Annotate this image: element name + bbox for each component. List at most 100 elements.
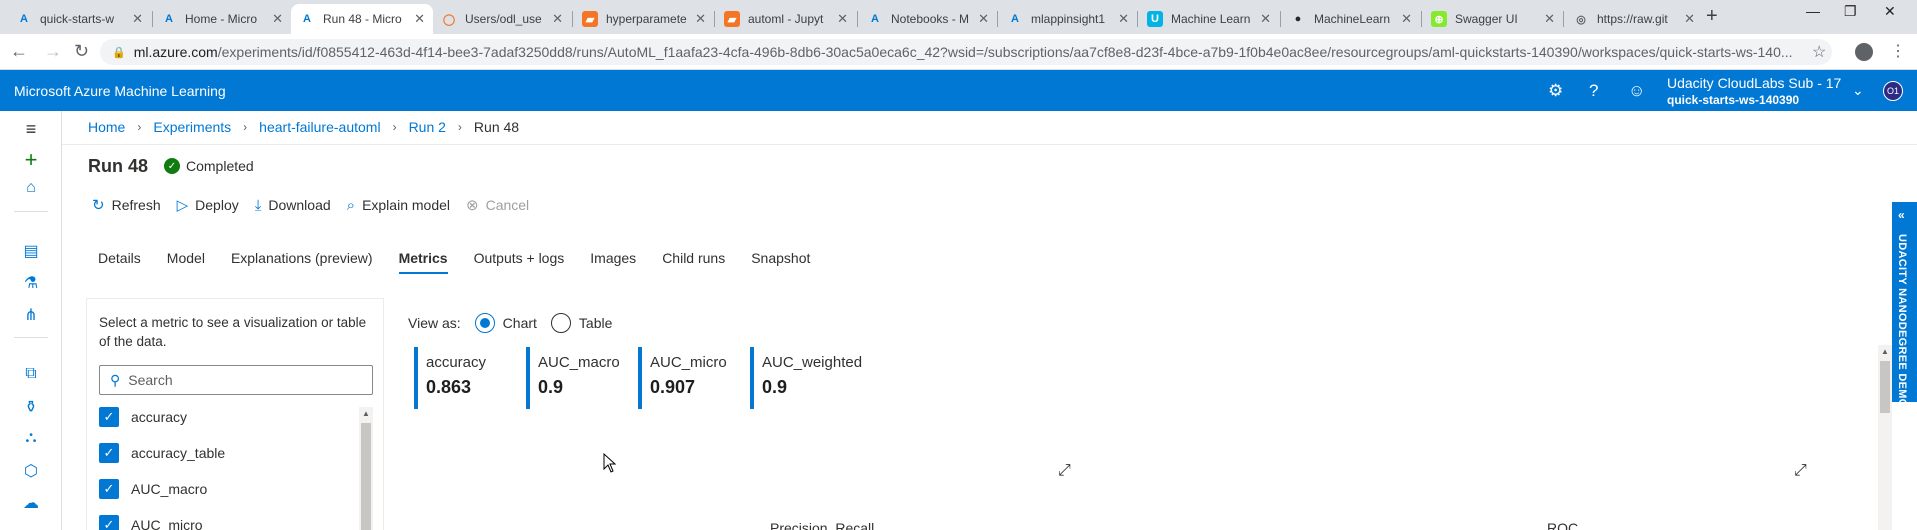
tab-details[interactable]: Details: [98, 250, 141, 274]
tab-outputs-logs[interactable]: Outputs + logs: [474, 250, 565, 274]
expand-chart-icon[interactable]: ⤢: [1058, 462, 1071, 480]
cancel-button[interactable]: ⊗ Cancel: [466, 196, 529, 214]
roc-chart-title: ROC: [1547, 520, 1579, 530]
app-title[interactable]: Microsoft Azure Machine Learning: [14, 83, 226, 99]
scroll-up-icon[interactable]: ▲: [362, 409, 370, 418]
browser-tab[interactable]: A Notebooks - M ✕: [859, 4, 997, 34]
breadcrumb-parent-run[interactable]: Run 2: [409, 119, 446, 135]
browser-tab[interactable]: ● MachineLearn ✕: [1282, 4, 1420, 34]
pipelines-icon[interactable]: ⛬: [20, 429, 42, 447]
forward-icon[interactable]: →: [44, 41, 62, 62]
tab-close-icon[interactable]: ✕: [414, 11, 425, 27]
metric-search-input[interactable]: ⚲ Search: [99, 365, 373, 395]
tab-explanations[interactable]: Explanations (preview): [231, 250, 373, 274]
subscription-name: Udacity CloudLabs Sub - 17: [1667, 75, 1842, 91]
home-icon[interactable]: ⌂: [20, 179, 42, 197]
tab-close-icon[interactable]: ✕: [1401, 11, 1412, 27]
metric-list-scrollbar[interactable]: ▲: [359, 407, 373, 530]
profile-icon[interactable]: [1855, 43, 1873, 61]
new-tab-icon[interactable]: +: [1706, 5, 1718, 28]
browser-tab[interactable]: ▰ automl - Jupyt ✕: [716, 4, 856, 34]
browser-tab[interactable]: ⊕ Swagger UI ✕: [1423, 4, 1563, 34]
tab-close-icon[interactable]: ✕: [837, 11, 848, 27]
browser-tab[interactable]: ◯ Users/odl_use ✕: [433, 4, 571, 34]
breadcrumb: Home › Experiments › heart-failure-autom…: [88, 119, 519, 135]
create-new-plus-icon[interactable]: +: [20, 147, 42, 173]
browser-tab[interactable]: A Home - Micro ✕: [153, 4, 291, 34]
models-icon[interactable]: ⬡: [20, 461, 42, 481]
page-title: Run 48: [88, 156, 149, 176]
hamburger-menu-icon[interactable]: ≡: [20, 119, 42, 140]
browser-menu-icon[interactable]: ⋮: [1890, 41, 1906, 61]
breadcrumb-experiment[interactable]: heart-failure-automl: [259, 119, 380, 135]
list-item[interactable]: ✓ accuracy_table: [99, 443, 225, 463]
tab-child-runs[interactable]: Child runs: [662, 250, 725, 274]
subscription-selector[interactable]: Udacity CloudLabs Sub - 17 quick-starts-…: [1667, 75, 1841, 109]
download-button[interactable]: ⤓ Download: [255, 197, 331, 214]
chart-radio[interactable]: [474, 313, 495, 333]
tab-close-icon[interactable]: ✕: [1260, 11, 1271, 27]
bookmark-star-icon[interactable]: ☆: [1812, 42, 1826, 62]
deploy-button[interactable]: ▷ Deploy: [177, 196, 239, 214]
breadcrumb-experiments[interactable]: Experiments: [153, 119, 231, 135]
list-item[interactable]: ✓ accuracy: [99, 407, 187, 427]
help-icon[interactable]: ?: [1589, 81, 1598, 101]
checkbox-checked-icon[interactable]: ✓: [99, 479, 119, 499]
checkbox-checked-icon[interactable]: ✓: [99, 443, 119, 463]
notebooks-icon[interactable]: ▤: [20, 241, 42, 261]
tab-favicon-icon: ▰: [724, 11, 740, 27]
expand-chart-icon[interactable]: ⤢: [1794, 462, 1807, 480]
browser-tab[interactable]: ◎ https://raw.git ✕: [1565, 4, 1703, 34]
tab-close-icon[interactable]: ✕: [272, 11, 283, 27]
browser-tab[interactable]: A mlappinsight1 ✕: [999, 4, 1137, 34]
tab-model[interactable]: Model: [167, 250, 205, 274]
tab-favicon-icon: ⊕: [1431, 11, 1447, 27]
close-window-icon[interactable]: ✕: [1884, 3, 1896, 20]
settings-gear-icon[interactable]: ⚙: [1548, 81, 1563, 101]
feedback-smiley-icon[interactable]: ☺: [1628, 81, 1645, 101]
lock-icon: 🔒: [112, 46, 126, 59]
browser-tab[interactable]: A quick-starts-w ✕: [8, 4, 151, 34]
page-scrollbar[interactable]: ▲: [1878, 345, 1892, 530]
designer-icon[interactable]: ⋔: [20, 305, 42, 325]
user-avatar[interactable]: O1: [1883, 81, 1903, 101]
tab-close-icon[interactable]: ✕: [1544, 11, 1555, 27]
checkbox-checked-icon[interactable]: ✓: [99, 407, 119, 427]
tab-close-icon[interactable]: ✕: [132, 11, 143, 27]
tab-metrics[interactable]: Metrics: [398, 250, 448, 274]
back-icon[interactable]: ←: [10, 41, 28, 62]
browser-tab-strip: A quick-starts-w ✕ A Home - Micro ✕ A Ru…: [0, 0, 1917, 34]
browser-tab[interactable]: U Machine Learn ✕: [1139, 4, 1279, 34]
table-radio[interactable]: [550, 313, 571, 333]
automl-icon[interactable]: ⚗: [20, 273, 42, 293]
list-item[interactable]: ✓ AUC_macro: [99, 479, 207, 499]
tab-snapshot[interactable]: Snapshot: [751, 250, 810, 274]
url-input[interactable]: 🔒 ml.azure.com/experiments/id/f0855412-4…: [100, 39, 1832, 65]
breadcrumb-home[interactable]: Home: [88, 119, 125, 135]
experiments-icon[interactable]: ⚱: [20, 397, 42, 417]
scroll-up-icon[interactable]: ▲: [1881, 347, 1889, 356]
endpoints-icon[interactable]: ☁: [20, 493, 42, 513]
explain-model-button[interactable]: ⌕ Explain model: [347, 197, 450, 214]
tab-favicon-icon: ▰: [582, 11, 598, 27]
list-item[interactable]: ✓ AUC_micro: [99, 515, 203, 530]
reload-icon[interactable]: ↻: [74, 41, 89, 62]
restore-icon[interactable]: ❐: [1844, 3, 1857, 20]
browser-tab[interactable]: ▰ hyperparamete ✕: [574, 4, 714, 34]
tab-close-icon[interactable]: ✕: [1684, 11, 1695, 27]
tab-favicon-icon: A: [1011, 13, 1019, 25]
tab-close-icon[interactable]: ✕: [978, 11, 989, 27]
udacity-side-banner[interactable]: « UDACITY NANODEGREE DEMO: [1892, 202, 1917, 408]
search-icon: ⌕: [346, 196, 356, 214]
refresh-button[interactable]: ↻ Refresh: [92, 196, 161, 214]
tab-close-icon[interactable]: ✕: [552, 11, 563, 27]
tab-close-icon[interactable]: ✕: [1118, 11, 1129, 27]
tab-images[interactable]: Images: [590, 250, 636, 274]
checkbox-checked-icon[interactable]: ✓: [99, 515, 119, 530]
datasets-icon[interactable]: ⧉: [20, 365, 42, 383]
minimize-icon[interactable]: —: [1806, 3, 1820, 19]
check-circle-icon: ✓: [164, 158, 180, 174]
browser-tab-active[interactable]: A Run 48 - Micro ✕: [291, 4, 433, 34]
tab-close-icon[interactable]: ✕: [695, 11, 706, 27]
chevron-down-icon[interactable]: ⌄: [1852, 82, 1864, 99]
